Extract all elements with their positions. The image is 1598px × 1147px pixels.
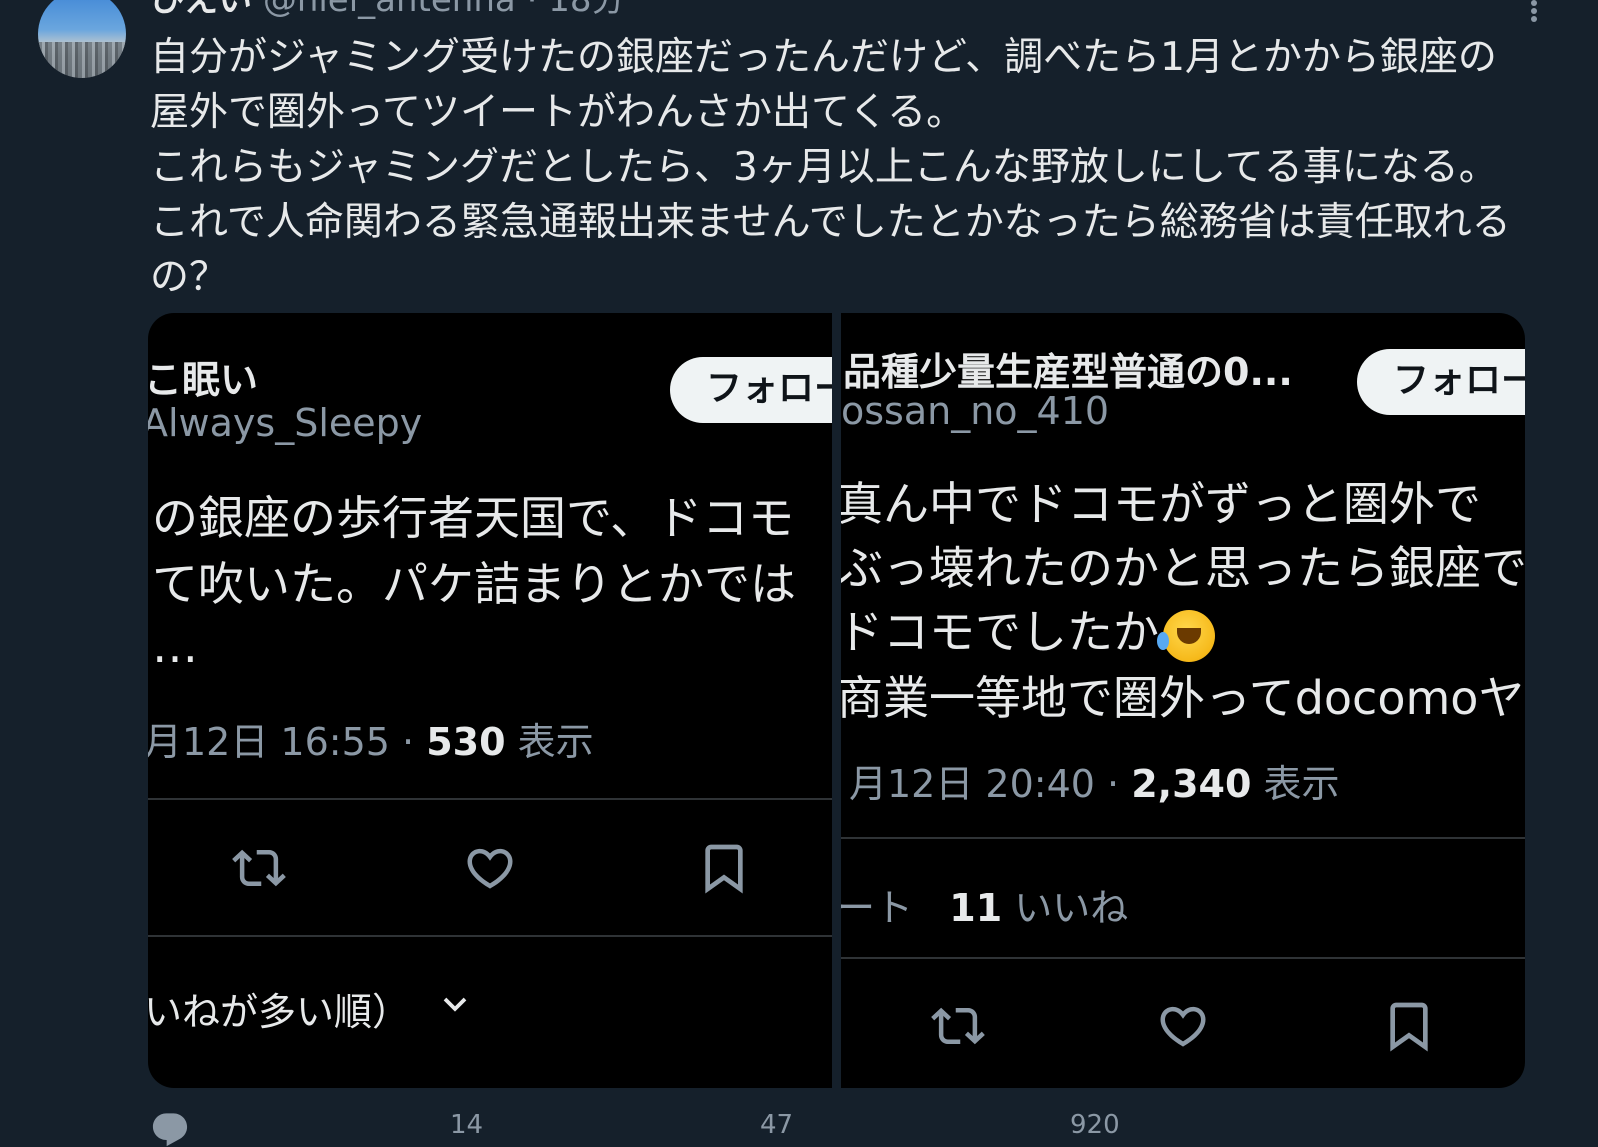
post-time[interactable]: 18分 (548, 0, 625, 20)
screenshot-right[interactable]: 品種少量生産型普通の0... ossan_no_410 フォロー 真ん中でドコモ… (841, 313, 1525, 1088)
tweet-text: 自分がジャミング受けたの銀座だったんだけど、調べたら1月とかから銀座の 屋外で圏… (150, 30, 1550, 305)
like-button[interactable]: 47 (760, 1110, 793, 1140)
avatar-city-image (38, 42, 126, 78)
screenshot-left[interactable]: こ眠い Always_Sleepy フォロー の銀座の歩行者天国で、ドコモ て吹… (148, 313, 832, 1088)
screenshot-text-line: ドコモでしたか (841, 599, 1215, 665)
screenshot-meta: 月12日 16:55 · 530 表示 (148, 711, 594, 766)
media-grid[interactable]: こ眠い Always_Sleepy フォロー の銀座の歩行者天国で、ドコモ て吹… (148, 313, 1525, 1088)
bookmark-icon (1381, 997, 1437, 1055)
divider (148, 798, 832, 800)
tweet[interactable]: ひえい @hiei_antenna · 18分 自分がジャミング受けたの銀座だっ… (0, 0, 1598, 1147)
like-count: 11 (949, 886, 1003, 930)
author-handle[interactable]: @hiei_antenna (263, 0, 516, 20)
screenshot-meta: 月12日 20:40 · 2,340 表示 (849, 753, 1339, 808)
more-options-icon[interactable] (1524, 0, 1544, 22)
heart-icon (462, 841, 518, 895)
screenshot-timestamp: 月12日 20:40 · (849, 762, 1132, 806)
views-button[interactable]: 920 (1070, 1110, 1120, 1140)
rofl-emoji-icon (1157, 609, 1215, 662)
screenshot-author-handle: Always_Sleepy (148, 401, 423, 445)
screenshot-text-line: の銀座の歩行者天国で、ドコモ (152, 491, 795, 545)
view-count: 920 (1070, 1110, 1120, 1140)
screenshot-timestamp: 月12日 16:55 · (148, 720, 427, 764)
view-label: 表示 (505, 720, 594, 764)
chevron-down-icon (438, 989, 472, 1019)
screenshot-author-name: 品種少量生産型普通の0... (843, 350, 1293, 394)
like-label: いいね (1002, 886, 1129, 930)
repost-label-fragment: ート (841, 886, 914, 930)
divider (148, 935, 832, 937)
retweet-button[interactable]: 14 (450, 1110, 483, 1140)
avatar[interactable] (38, 0, 126, 78)
sort-label: いねが多い順） (148, 990, 411, 1034)
divider (841, 837, 1525, 839)
screenshot-text-ellipsis: … (152, 619, 198, 673)
screenshot-text-line: 商業一等地で圏外ってdocomoヤ (841, 671, 1525, 725)
engagement-stats: ート 11 いいね (841, 877, 1128, 932)
tweet-text-line: 屋外で圏外ってツイートがわんさか出てくる。 (150, 90, 966, 135)
screenshot-author-name: こ眠い (148, 358, 259, 402)
tweet-text-line: の？ (150, 255, 229, 300)
view-label: 表示 (1251, 762, 1340, 806)
tweet-text-line: これで人命関わる緊急通報出来ませんでしたとかなったら総務省は責任取れる (150, 200, 1511, 245)
like-count: 47 (760, 1110, 794, 1140)
author-name[interactable]: ひえい (150, 0, 252, 20)
bookmark-icon (696, 839, 752, 897)
screenshot-author-handle: ossan_no_410 (841, 389, 1110, 433)
view-count: 2,340 (1131, 762, 1252, 806)
retweet-count: 14 (450, 1110, 484, 1140)
screenshot-text-fragment: ドコモでしたか (841, 605, 1159, 659)
follow-button: フォロー (1357, 349, 1525, 415)
follow-button: フォロー (670, 357, 832, 423)
tweet-header: ひえい @hiei_antenna · 18分 (150, 0, 625, 22)
divider (841, 957, 1525, 959)
retweet-icon (927, 999, 989, 1053)
retweet-icon (228, 841, 290, 895)
tweet-text-line: これらもジャミングだとしたら、3ヶ月以上こんな野放しにしてる事になる。 (150, 145, 1498, 190)
screenshot-text-line: て吹いた。パケ詰まりとかでは (152, 557, 796, 611)
screenshot-text-line: 真ん中でドコモがずっと圏外で (841, 477, 1481, 531)
reply-button[interactable] (150, 1110, 190, 1147)
heart-icon (1155, 999, 1211, 1053)
screenshot-text-line: ぶっ壊れたのかと思ったら銀座で (841, 541, 1525, 595)
view-count: 530 (426, 720, 506, 764)
tweet-text-line: 自分がジャミング受けたの銀座だったんだけど、調べたら1月とかから銀座の (150, 35, 1497, 80)
separator: · (526, 0, 538, 20)
tweet-action-bar: 14 47 920 (150, 1110, 1530, 1147)
